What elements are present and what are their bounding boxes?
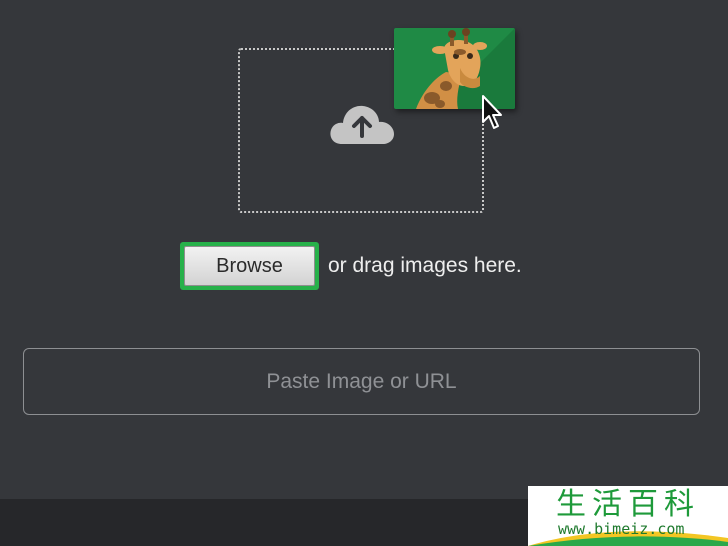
paste-image-url-input[interactable] (23, 348, 700, 415)
cloud-upload-icon (330, 105, 394, 144)
browse-button[interactable]: Browse (184, 246, 315, 286)
watermark-logo: 生活百科 www.bimeiz.com (528, 486, 728, 546)
mouse-pointer-icon (482, 95, 502, 129)
browse-button-highlight: Browse (180, 242, 319, 290)
drag-instruction-text: or drag images here. (328, 254, 522, 277)
watermark-url: www.bimeiz.com (558, 520, 685, 538)
watermark-title: 生活百科 (556, 487, 700, 522)
